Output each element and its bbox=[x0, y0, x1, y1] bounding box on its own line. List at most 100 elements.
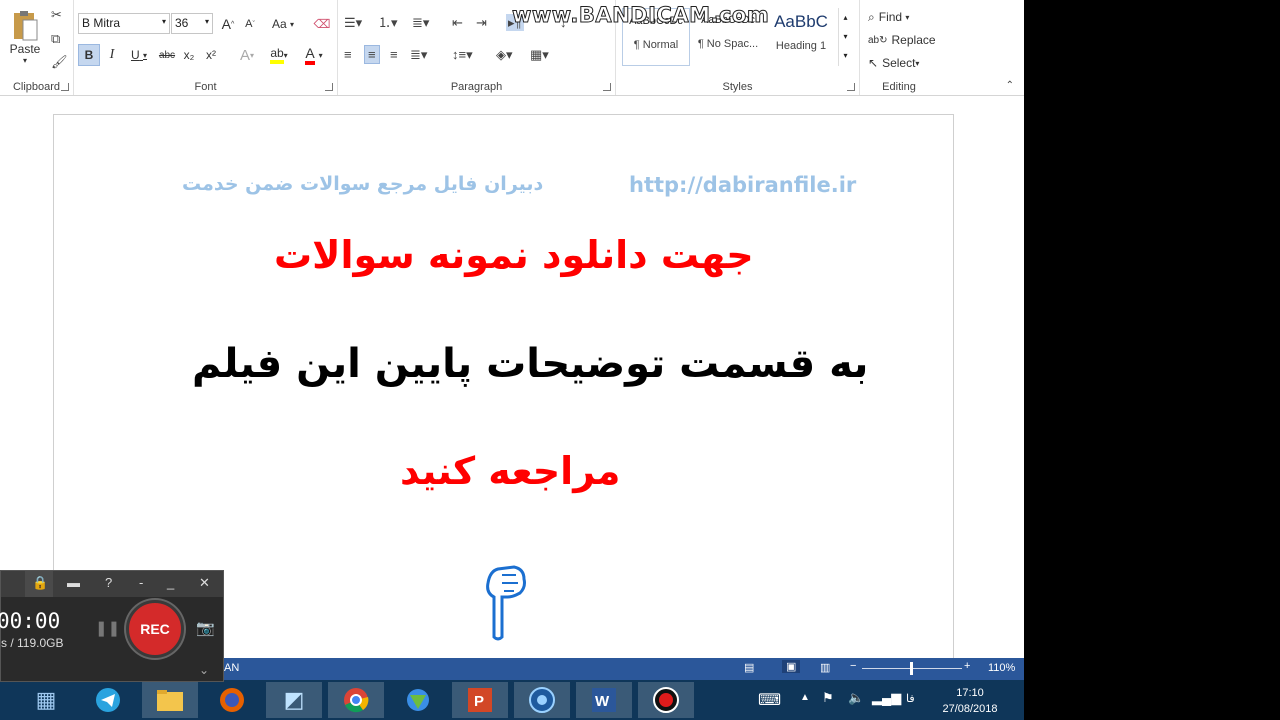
taskbar-idm[interactable] bbox=[390, 682, 446, 718]
replace-icon: ab↻ bbox=[868, 34, 888, 46]
read-mode-icon[interactable]: ▤ bbox=[744, 661, 754, 674]
bold-button[interactable]: B bbox=[78, 44, 100, 66]
paragraph-label: Paragraph bbox=[450, 81, 503, 93]
subscript-button[interactable]: x₂ bbox=[180, 44, 198, 66]
collapse-ribbon-icon[interactable]: ⌃ bbox=[1006, 81, 1014, 91]
rec-button[interactable]: REC bbox=[126, 600, 184, 658]
change-case-button[interactable]: Aa ▾ bbox=[269, 15, 297, 33]
taskbar-chrome[interactable] bbox=[328, 682, 384, 718]
bandicam-watermark: www.BANDICAM.com bbox=[511, 3, 770, 28]
pause-icon[interactable]: ❚❚ bbox=[95, 619, 120, 637]
lock-icon[interactable]: 🔒 bbox=[32, 575, 48, 591]
shrink-font-button[interactable]: Aˇ bbox=[242, 15, 258, 33]
shading-icon[interactable]: ◈▾ bbox=[496, 48, 513, 61]
folder-icon bbox=[157, 690, 183, 711]
cut-icon[interactable]: ✂ bbox=[51, 8, 62, 21]
font-size-box[interactable]: 36 ▾ bbox=[171, 13, 213, 34]
taskbar-notes[interactable]: ◩ bbox=[266, 682, 322, 718]
styles-launcher[interactable] bbox=[847, 83, 855, 91]
paragraph-launcher[interactable] bbox=[603, 83, 611, 91]
styles-scroll[interactable]: ▴ ▾ ▾ bbox=[838, 8, 852, 66]
minimize-icon[interactable]: _ bbox=[167, 575, 174, 590]
taskbar-word[interactable]: W bbox=[576, 682, 632, 718]
header-url[interactable]: http://dabiranfile.ir bbox=[629, 173, 856, 197]
align-right-icon[interactable]: ≡ bbox=[390, 48, 398, 61]
editing-label: Editing bbox=[882, 81, 916, 93]
taskbar-explorer[interactable] bbox=[142, 682, 198, 718]
multilevel-list-icon[interactable]: ≣▾ bbox=[412, 16, 429, 29]
clear-format-button[interactable]: ⌫ bbox=[312, 14, 332, 34]
borders-icon[interactable]: ▦▾ bbox=[530, 48, 549, 61]
line-spacing-icon[interactable]: ↕≡▾ bbox=[452, 48, 473, 61]
superscript-button[interactable]: x² bbox=[202, 44, 220, 66]
eraser-icon: ⌫ bbox=[313, 17, 331, 31]
decrease-indent-icon[interactable]: ⇤ bbox=[452, 16, 463, 29]
compact-icon[interactable]: - bbox=[139, 575, 143, 590]
text-effects-button[interactable]: A ▾ bbox=[234, 44, 260, 66]
headline-description: به قسمت توضیحات پایین این فیلم bbox=[192, 341, 869, 387]
help-icon[interactable]: ? bbox=[105, 575, 112, 590]
increase-indent-icon[interactable]: ⇥ bbox=[476, 16, 487, 29]
taskbar-bandicam[interactable] bbox=[638, 682, 694, 718]
zoom-slider-thumb[interactable] bbox=[910, 662, 913, 675]
zoom-level[interactable]: 110% bbox=[988, 662, 1015, 674]
highlighter-icon: ab bbox=[270, 46, 284, 64]
underline-button[interactable]: U ▾ bbox=[124, 44, 154, 66]
find-button[interactable]: ⌕ Find ▾ bbox=[868, 8, 909, 26]
download-manager-icon bbox=[407, 689, 429, 711]
clipboard-group: Paste ▾ ✂ ⧉ 🖌 Clipboard bbox=[0, 0, 74, 95]
screen: Paste ▾ ✂ ⧉ 🖌 Clipboard B Mitra ▾ 36 ▾ A… bbox=[0, 0, 1024, 720]
close-icon[interactable]: ✕ bbox=[199, 575, 210, 591]
font-group: B Mitra ▾ 36 ▾ A ^ Aˇ Aa ▾ ⌫ B I U ▾ abc … bbox=[74, 0, 338, 95]
font-color-button[interactable]: A ▾ bbox=[298, 44, 330, 66]
calculator-icon: ▦ bbox=[35, 687, 57, 712]
network-icon[interactable]: ▂▄▆ bbox=[872, 690, 901, 706]
taskbar-calculator[interactable]: ▦ bbox=[18, 682, 74, 718]
taskbar-media[interactable] bbox=[514, 682, 570, 718]
recording-timer: 00:00 bbox=[0, 609, 61, 633]
recorder-toolbar: 🔒 ▬ ? - _ ✕ bbox=[1, 571, 223, 597]
headline-refer: مراجعه کنید bbox=[400, 449, 621, 493]
expand-icon[interactable]: ⌄ bbox=[199, 663, 209, 677]
replace-button[interactable]: ab↻ Replace bbox=[868, 31, 936, 49]
select-button[interactable]: ↖ Select ▾ bbox=[868, 54, 919, 72]
style-heading-1[interactable]: AaBbC Heading 1 bbox=[766, 8, 836, 66]
flag-icon[interactable]: ⚑ bbox=[822, 690, 834, 706]
taskbar-firefox[interactable] bbox=[204, 682, 260, 718]
zoom-in-icon[interactable]: + bbox=[964, 660, 970, 672]
align-left-icon[interactable]: ≡ bbox=[344, 48, 352, 61]
screenshot-icon[interactable]: 📷 bbox=[196, 619, 215, 637]
folder-icon[interactable]: ▬ bbox=[67, 575, 80, 590]
word-icon: W bbox=[592, 688, 616, 712]
format-painter-icon[interactable]: 🖌 bbox=[51, 55, 68, 68]
recorder-widget: 🔒 ▬ ? - _ ✕ 00:00 s / 119.0GB ❚❚ REC 📷 ⌄ bbox=[0, 570, 224, 682]
print-layout-icon[interactable]: ▣ bbox=[782, 660, 801, 673]
strikethrough-button[interactable]: abc bbox=[156, 44, 178, 66]
volume-icon[interactable]: 🔈 bbox=[848, 690, 864, 706]
paste-button[interactable]: Paste ▾ bbox=[6, 6, 44, 68]
firefox-icon bbox=[220, 688, 244, 712]
font-label: Font bbox=[194, 81, 217, 93]
taskbar-telegram[interactable] bbox=[80, 682, 136, 718]
align-center-icon[interactable]: ≡ bbox=[364, 45, 380, 64]
highlight-button[interactable]: ab ▾ bbox=[264, 44, 294, 66]
zoom-out-icon[interactable]: − bbox=[850, 660, 856, 672]
tray-expand-icon[interactable]: ▲ bbox=[800, 692, 810, 703]
web-layout-icon[interactable]: ▥ bbox=[820, 661, 830, 674]
clock[interactable]: 17:10 27/08/2018 bbox=[936, 685, 1004, 717]
justify-icon[interactable]: ≣▾ bbox=[410, 48, 427, 61]
bullets-icon[interactable]: ☰▾ bbox=[344, 16, 362, 29]
language-indicator[interactable]: AN bbox=[224, 662, 239, 674]
taskbar-powerpoint[interactable]: P bbox=[452, 682, 508, 718]
font-name-box[interactable]: B Mitra ▾ bbox=[78, 13, 170, 34]
copy-icon[interactable]: ⧉ bbox=[51, 32, 60, 45]
header-site-title: دبیران فایل مرجع سوالات ضمن خدمت bbox=[182, 173, 544, 195]
clipboard-launcher[interactable] bbox=[61, 83, 69, 91]
numbering-icon[interactable]: ⒈▾ bbox=[378, 16, 398, 29]
grow-font-button[interactable]: A ^ bbox=[220, 15, 236, 33]
font-launcher[interactable] bbox=[325, 83, 333, 91]
keyboard-icon[interactable]: ⌨ bbox=[758, 690, 781, 710]
input-language[interactable]: فا bbox=[906, 692, 915, 705]
italic-button[interactable]: I bbox=[102, 44, 122, 66]
styles-label: Styles bbox=[722, 81, 753, 93]
